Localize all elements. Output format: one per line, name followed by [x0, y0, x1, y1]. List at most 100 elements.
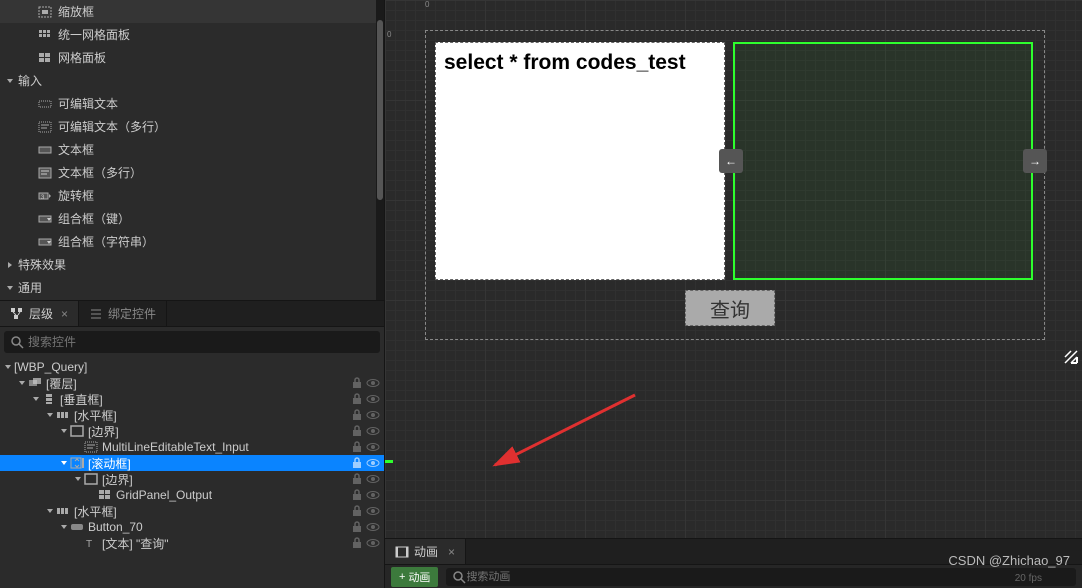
chevron-down-icon[interactable]	[58, 425, 70, 437]
palette-scrollbar[interactable]	[376, 0, 384, 300]
lock-icon[interactable]	[350, 520, 364, 534]
chevron-down-icon[interactable]	[58, 521, 70, 533]
selection-nav-right[interactable]: →	[1023, 149, 1047, 173]
eye-icon[interactable]	[366, 504, 380, 518]
palette-item-label: 可编辑文本	[58, 95, 118, 112]
chevron-down-icon[interactable]	[72, 473, 84, 485]
vbox-icon	[42, 393, 56, 405]
fps-label: 20 fps	[1015, 573, 1042, 584]
lock-icon[interactable]	[350, 536, 364, 550]
lock-icon[interactable]	[350, 472, 364, 486]
eye-icon[interactable]	[366, 440, 380, 454]
button-icon	[70, 521, 84, 533]
search-icon	[10, 335, 24, 349]
add-animation-button[interactable]: + 动画	[391, 567, 438, 587]
tree-row[interactable]: [滚动框]	[0, 455, 384, 471]
tree-row[interactable]: [覆层]	[0, 375, 384, 391]
editabletext-icon	[38, 98, 52, 110]
category-label: 输入	[18, 72, 42, 89]
tab-bind-widgets[interactable]: 绑定控件	[79, 301, 167, 326]
mltext-icon	[84, 441, 98, 453]
palette-item-combostr[interactable]: 组合框（字符串）	[0, 230, 384, 253]
lock-icon[interactable]	[350, 392, 364, 406]
lock-icon[interactable]	[350, 504, 364, 518]
eye-icon[interactable]	[366, 392, 380, 406]
tree-label: [文本] "查询"	[102, 535, 350, 552]
tree-row[interactable]: MultiLineEditableText_Input	[0, 439, 384, 455]
textbox-icon	[38, 144, 52, 156]
designer-query-button[interactable]: 查询	[685, 290, 775, 326]
tab-hierarchy[interactable]: 层级 ×	[0, 301, 79, 326]
chevron-down-icon[interactable]	[44, 505, 56, 517]
eye-icon[interactable]	[366, 536, 380, 550]
chevron-down-icon[interactable]	[16, 377, 28, 389]
lock-icon[interactable]	[350, 408, 364, 422]
tree-label: [覆层]	[46, 375, 350, 392]
tree-row[interactable]: Button_70	[0, 519, 384, 535]
palette-item-gridpanel[interactable]: 网格面板	[0, 46, 384, 69]
tree-row[interactable]: T [文本] "查询"	[0, 535, 384, 551]
ruler-vertical: 0	[385, 0, 405, 538]
palette-item-spinbox[interactable]: 3 旋转框	[0, 184, 384, 207]
animation-search-input[interactable]	[466, 571, 1070, 583]
palette-item-uniformgrid[interactable]: 统一网格面板	[0, 23, 384, 46]
palette-item-textbox[interactable]: 文本框	[0, 138, 384, 161]
ruler-horizontal: 0	[405, 0, 1082, 14]
eye-icon[interactable]	[366, 472, 380, 486]
lock-icon[interactable]	[350, 440, 364, 454]
lock-icon[interactable]	[350, 424, 364, 438]
text-icon: T	[84, 537, 98, 549]
lock-icon[interactable]	[350, 456, 364, 470]
chevron-down-icon[interactable]	[2, 361, 14, 373]
category-common[interactable]: 通用	[0, 276, 384, 299]
animation-search[interactable]	[446, 568, 1076, 586]
tab-close-button[interactable]: ×	[61, 307, 68, 321]
design-root-outline: select * from codes_test ← → 查询	[425, 30, 1045, 340]
resize-handle[interactable]	[1063, 349, 1079, 365]
eye-icon[interactable]	[366, 376, 380, 390]
tab-animation[interactable]: 动画 ×	[385, 539, 466, 564]
tree-row[interactable]: [水平框]	[0, 407, 384, 423]
palette-item-button[interactable]: 按钮	[0, 299, 384, 300]
tree-row[interactable]: [垂直框]	[0, 391, 384, 407]
chevron-down-icon[interactable]	[30, 393, 42, 405]
eye-icon[interactable]	[366, 424, 380, 438]
tree-row[interactable]: GridPanel_Output	[0, 487, 384, 503]
palette-item-editabletext-ml[interactable]: 可编辑文本（多行）	[0, 115, 384, 138]
chevron-down-icon[interactable]	[58, 457, 70, 469]
scalebox-icon	[38, 6, 52, 18]
palette-item-scalebox[interactable]: 缩放框	[0, 0, 384, 23]
lock-icon[interactable]	[350, 488, 364, 502]
hierarchy-search[interactable]	[4, 331, 380, 353]
eye-icon[interactable]	[366, 520, 380, 534]
designer-textbox-input[interactable]: select * from codes_test	[435, 42, 725, 280]
lock-icon[interactable]	[350, 376, 364, 390]
selection-nav-left[interactable]: ←	[719, 149, 743, 173]
tree-label: GridPanel_Output	[116, 488, 350, 502]
palette-item-editabletext[interactable]: 可编辑文本	[0, 92, 384, 115]
chevron-down-icon	[4, 282, 16, 294]
tree-label: [边界]	[102, 471, 350, 488]
chevron-down-icon[interactable]	[44, 409, 56, 421]
tree-row[interactable]: [边界]	[0, 471, 384, 487]
eye-icon[interactable]	[366, 488, 380, 502]
category-input[interactable]: 输入	[0, 69, 384, 92]
tree-row[interactable]: [WBP_Query]	[0, 359, 384, 375]
category-fx[interactable]: 特殊效果	[0, 253, 384, 276]
tree-row[interactable]: [边界]	[0, 423, 384, 439]
tab-close-button[interactable]: ×	[448, 545, 455, 559]
palette-item-combokey[interactable]: 组合框（键）	[0, 207, 384, 230]
palette-item-textbox-ml[interactable]: 文本框（多行）	[0, 161, 384, 184]
designer-selected-scrollbox[interactable]: ← →	[733, 42, 1033, 280]
eye-icon[interactable]	[366, 408, 380, 422]
tree-label: [WBP_Query]	[14, 360, 380, 374]
eye-icon[interactable]	[366, 456, 380, 470]
palette-item-label: 组合框（字符串）	[58, 233, 154, 250]
tree-label: Button_70	[88, 520, 350, 534]
tree-row[interactable]: [水平框]	[0, 503, 384, 519]
designer-canvas[interactable]: 0 0 select * from codes_test ← → 查询	[385, 0, 1082, 538]
hierarchy-search-input[interactable]	[28, 335, 374, 349]
film-icon	[395, 545, 409, 559]
textbox-ml-icon	[38, 167, 52, 179]
button-label: 查询	[710, 294, 750, 323]
